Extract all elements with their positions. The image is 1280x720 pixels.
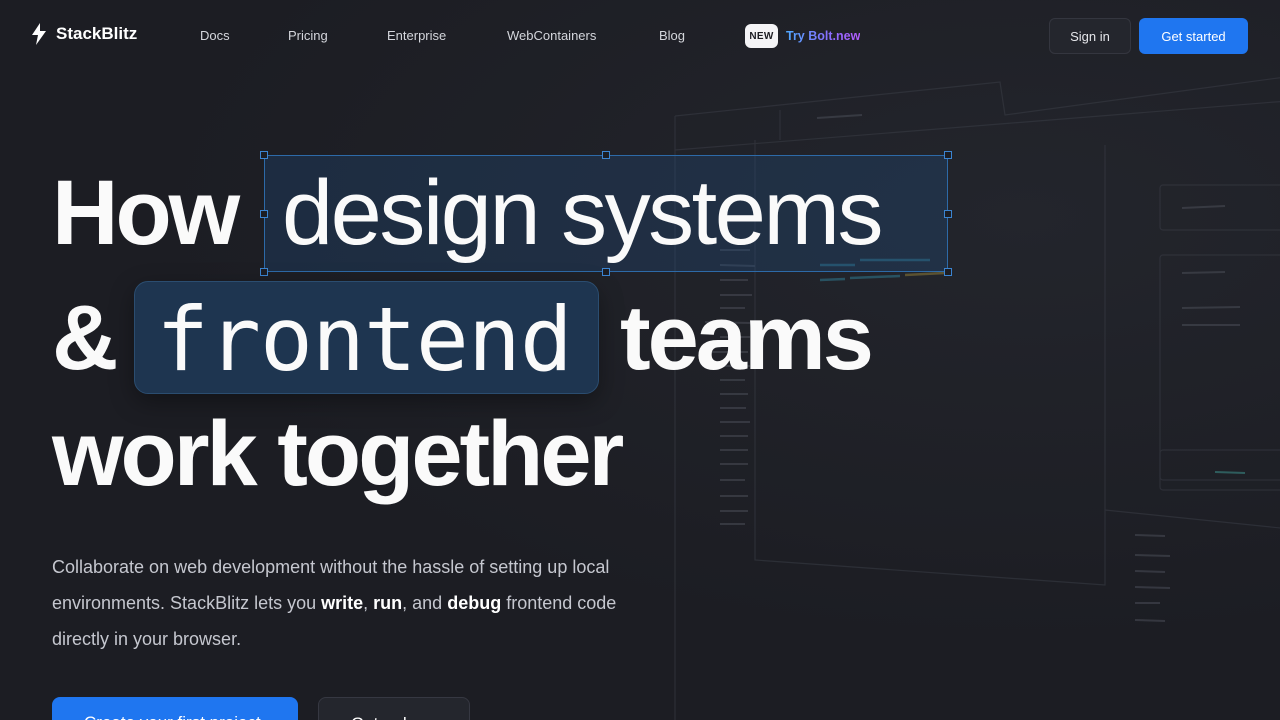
selection-handle — [944, 210, 952, 218]
bolt-icon — [32, 23, 46, 45]
page: StackBlitz Docs Pricing Enterprise WebCo… — [0, 0, 1280, 720]
selection-handle — [602, 151, 610, 159]
selection-handle — [260, 268, 268, 276]
selection-handle — [260, 210, 268, 218]
headline-design-systems: design systems — [282, 162, 884, 264]
desc-debug: debug — [447, 593, 502, 613]
headline-teams: teams — [620, 287, 874, 389]
desc-write: write — [321, 593, 364, 613]
headline-how: How — [52, 162, 240, 264]
hero-description: Collaborate on web development without t… — [52, 549, 672, 657]
headline-work-together: work together — [52, 403, 624, 505]
headline-ampersand: & — [52, 287, 118, 389]
brand-logo[interactable]: StackBlitz — [30, 23, 137, 45]
top-navigation: StackBlitz Docs Pricing Enterprise WebCo… — [0, 0, 1280, 72]
selection-handle — [944, 268, 952, 276]
try-bolt-link[interactable]: Try Bolt.new — [786, 29, 860, 43]
sign-in-button[interactable]: Sign in — [1049, 18, 1131, 54]
get-demo-button[interactable]: Get a demo — [318, 697, 470, 720]
selection-handle — [602, 268, 610, 276]
nav-link-webcontainers[interactable]: WebContainers — [507, 28, 596, 43]
nav-link-enterprise[interactable]: Enterprise — [387, 28, 446, 43]
create-project-button[interactable]: Create your first project — [52, 697, 298, 720]
selection-handle — [944, 151, 952, 159]
brand-name: StackBlitz — [56, 24, 138, 43]
nav-link-docs[interactable]: Docs — [200, 28, 230, 43]
desc-text: , and — [402, 593, 448, 613]
nav-link-pricing[interactable]: Pricing — [288, 28, 328, 43]
nav-link-blog[interactable]: Blog — [659, 28, 685, 43]
desc-run: run — [373, 593, 403, 613]
headline-frontend: frontend — [156, 288, 573, 391]
desc-text: , — [363, 593, 374, 613]
get-started-button[interactable]: Get started — [1139, 18, 1248, 54]
new-badge: NEW — [745, 24, 778, 48]
selection-handle — [260, 151, 268, 159]
